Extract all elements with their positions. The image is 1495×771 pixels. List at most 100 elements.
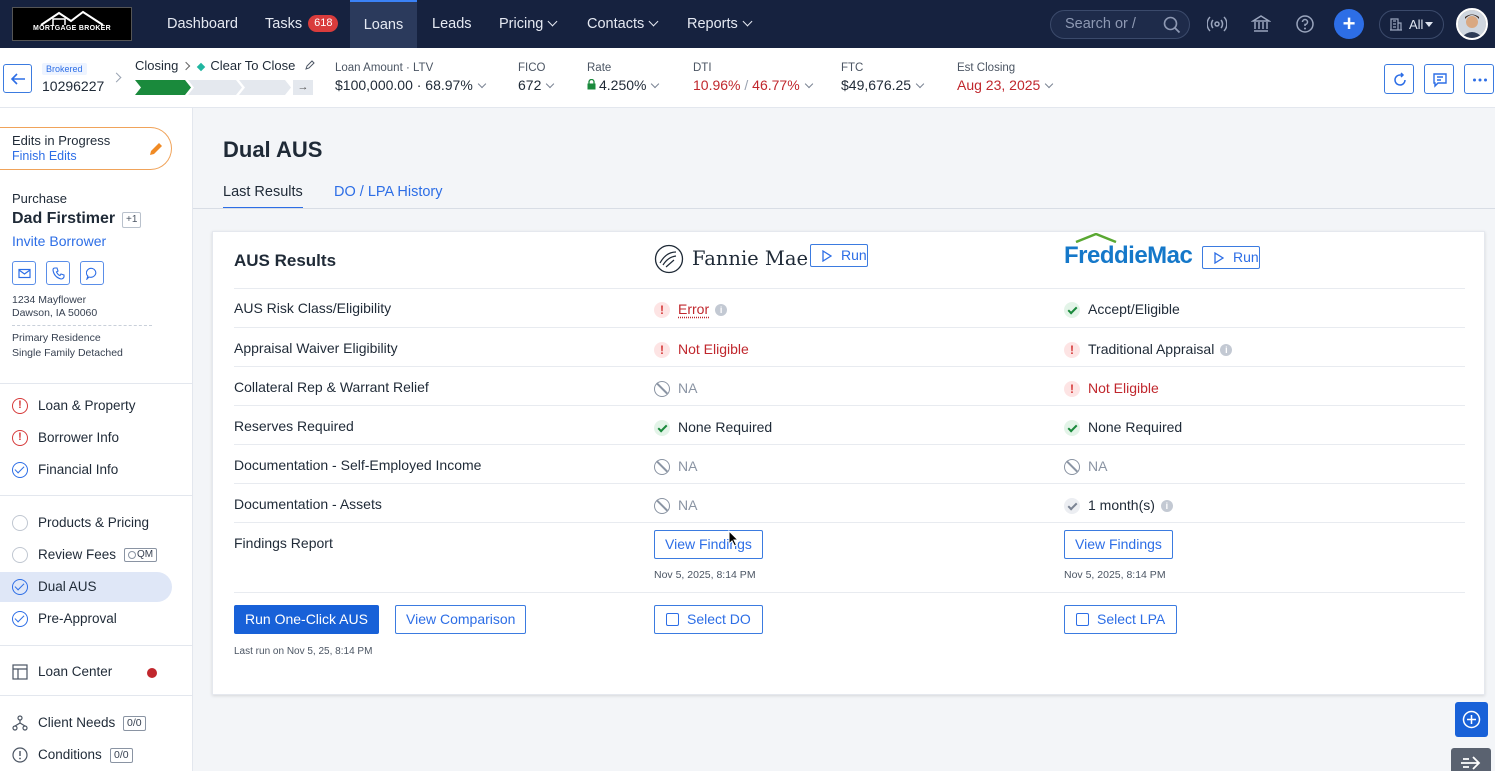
nav-leads[interactable]: Leads [432, 0, 472, 48]
nav-tasks[interactable]: Tasks 618 [265, 0, 338, 48]
metric-value: 672 [518, 77, 541, 93]
back-button[interactable] [3, 64, 32, 93]
more-options-button[interactable] [1464, 64, 1494, 94]
loan-number[interactable]: 10296227 [42, 78, 104, 94]
run-fannie-button[interactable]: Run [810, 244, 868, 267]
fannie-error-link[interactable]: Error [678, 301, 709, 317]
borrower-name[interactable]: Dad Firstimer [12, 210, 115, 228]
sidebar-item-financial-info[interactable]: Financial Info [0, 455, 172, 485]
stage-label: Closing [135, 58, 178, 73]
search-icon [1163, 16, 1181, 34]
status-label: Clear To Close [210, 58, 295, 73]
global-search-input[interactable]: Search or / [1050, 10, 1190, 39]
check-circle-icon [12, 611, 28, 627]
user-avatar[interactable] [1456, 8, 1488, 40]
chevron-right-icon [182, 62, 190, 70]
row-label-assets-doc: Documentation - Assets [234, 496, 382, 512]
result-text: 1 month(s) [1088, 497, 1155, 513]
metric-label: Loan Amount · LTV [335, 62, 485, 74]
sidebar-item-client-needs[interactable]: Client Needs 0/0 [0, 708, 172, 738]
alert-circle-icon [12, 747, 28, 763]
phone-icon [52, 267, 65, 280]
sidebar-item-dual-aus[interactable]: Dual AUS [0, 572, 172, 602]
nav-contacts[interactable]: Contacts [587, 0, 657, 48]
check-icon [1064, 498, 1080, 514]
info-icon[interactable]: i [715, 304, 727, 316]
layout-grid-icon [12, 664, 28, 680]
metric-loan-amount-ltv[interactable]: Loan Amount · LTV $100,000.00 · 68.97% [335, 62, 485, 93]
result-text: Not Eligible [678, 341, 749, 357]
sidebar-item-conditions[interactable]: Conditions 0/0 [0, 740, 172, 770]
view-freddie-findings-button[interactable]: View Findings [1064, 530, 1173, 559]
run-one-click-aus-button[interactable]: Run One-Click AUS [234, 605, 379, 634]
view-comparison-button[interactable]: View Comparison [395, 605, 526, 634]
sidebar-item-loan-center[interactable]: Loan Center [0, 657, 172, 687]
nav-dashboard[interactable]: Dashboard [167, 0, 238, 48]
finish-edits-link[interactable]: Finish Edits [12, 149, 77, 163]
message-button[interactable] [80, 261, 104, 285]
main-content: Dual AUS Last Results DO / LPA History A… [193, 108, 1495, 771]
select-do-button[interactable]: Select DO [654, 605, 763, 634]
scope-selector[interactable]: All [1379, 10, 1444, 39]
plus-circle-icon [1462, 710, 1481, 729]
call-button[interactable] [46, 261, 70, 285]
chevron-down-icon [546, 80, 554, 88]
info-icon[interactable]: i [1220, 344, 1232, 356]
bank-icon[interactable] [1251, 13, 1271, 35]
error-icon: ! [654, 302, 670, 318]
loan-purpose: Purchase [12, 191, 67, 206]
sidebar-item-pre-approval[interactable]: Pre-Approval [0, 604, 172, 634]
metric-fico[interactable]: FICO 672 [518, 62, 553, 93]
loan-stage[interactable]: Closing Clear To Close [135, 58, 315, 73]
sidebar-item-products-pricing[interactable]: Products & Pricing [0, 508, 172, 538]
check-icon [1064, 420, 1080, 436]
sidebar-item-borrower-info[interactable]: ! Borrower Info [0, 423, 172, 453]
sidebar-item-review-fees[interactable]: Review Fees QM [0, 540, 172, 570]
email-button[interactable] [12, 261, 36, 285]
arrow-left-icon [10, 72, 26, 86]
result-text: NA [1088, 458, 1107, 474]
create-new-button[interactable]: + [1334, 9, 1364, 39]
metric-est-closing[interactable]: Est Closing Aug 23, 2025 [957, 62, 1052, 93]
lock-icon [587, 79, 596, 90]
run-label: Run [841, 247, 867, 263]
edit-pencil-icon[interactable] [305, 60, 315, 70]
result-text: NA [678, 458, 697, 474]
expand-panel-button[interactable] [1451, 748, 1491, 771]
extra-borrowers-badge[interactable]: +1 [122, 212, 141, 228]
metric-dti[interactable]: DTI 10.96% / 46.77% [693, 62, 812, 93]
sidebar-item-loan-property[interactable]: ! Loan & Property [0, 391, 172, 421]
refresh-button[interactable] [1384, 64, 1414, 94]
chevron-down-icon [1045, 80, 1053, 88]
divider [0, 645, 193, 646]
tab-do-lpa-history[interactable]: DO / LPA History [334, 184, 443, 207]
divider [0, 383, 193, 384]
broadcast-icon[interactable] [1207, 13, 1227, 35]
company-logo[interactable]: MORTGAGE BROKER [12, 7, 132, 41]
comments-button[interactable] [1424, 64, 1454, 94]
metric-separator: / [744, 77, 748, 93]
edits-in-progress-banner[interactable]: Edits in Progress Finish Edits [0, 127, 172, 170]
alert-dot-icon [147, 668, 157, 678]
metric-rate[interactable]: Rate 4.250% [587, 62, 658, 93]
view-fannie-findings-button[interactable]: View Findings [654, 530, 763, 559]
nav-pricing[interactable]: Pricing [499, 0, 556, 48]
building-icon [1389, 17, 1403, 31]
tab-last-results[interactable]: Last Results [223, 184, 303, 209]
row-divider [234, 483, 1465, 484]
run-freddie-button[interactable]: Run [1202, 246, 1260, 269]
nav-reports[interactable]: Reports [687, 0, 751, 48]
help-icon[interactable] [1295, 13, 1315, 35]
metric-value: Aug 23, 2025 [957, 77, 1040, 93]
sidebar-item-label: Conditions [38, 747, 102, 762]
nav-loans[interactable]: Loans [350, 0, 417, 48]
sidebar-item-label: Loan & Property [38, 398, 136, 413]
freddie-mac-roof-icon [1066, 233, 1126, 243]
advance-stage-arrow-icon[interactable]: → [293, 80, 313, 95]
quick-add-button[interactable] [1455, 702, 1488, 737]
select-lpa-button[interactable]: Select LPA [1064, 605, 1177, 634]
invite-borrower-link[interactable]: Invite Borrower [12, 233, 106, 249]
info-icon[interactable]: i [1161, 500, 1173, 512]
sidebar-item-label: Review Fees [38, 547, 116, 562]
metric-ftc[interactable]: FTC $49,676.25 [841, 62, 923, 93]
